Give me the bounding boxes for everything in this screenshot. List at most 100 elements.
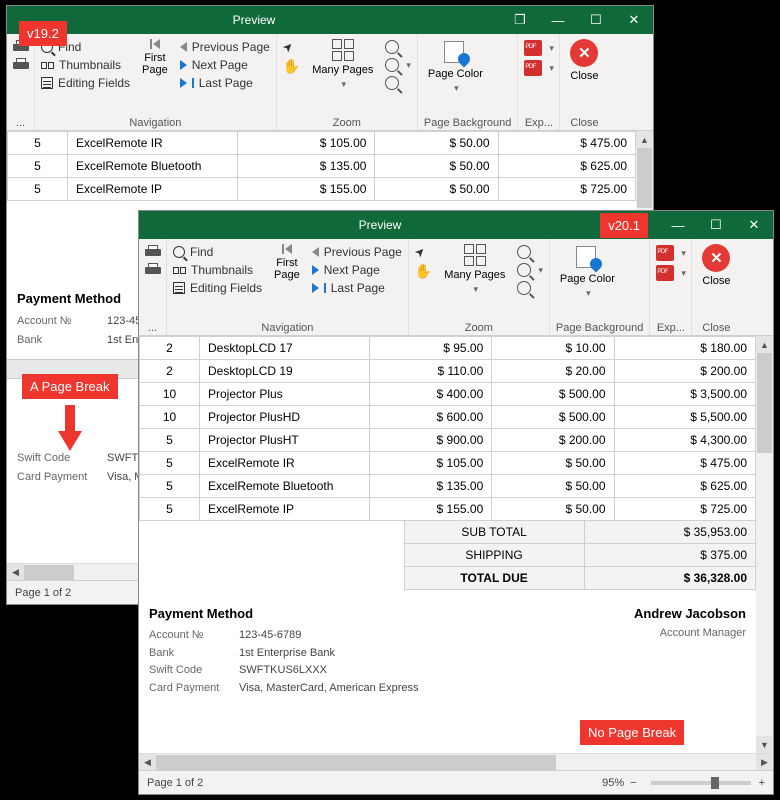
zoom-percent-button[interactable]: ▾: [385, 58, 411, 72]
table-row: 5ExcelRemote IP$ 155.00$ 50.00$ 725.00: [140, 498, 756, 521]
first-page-button[interactable]: FirstPage: [270, 242, 304, 283]
zoom-percent-button[interactable]: ▾: [517, 263, 543, 277]
vertical-scrollbar[interactable]: ▲ ▼: [756, 336, 773, 753]
horizontal-scrollbar[interactable]: ◀ ▶: [139, 753, 773, 770]
window-title: Preview: [7, 13, 501, 27]
printer-icon: [13, 58, 29, 72]
pointer-icon: [415, 245, 425, 259]
version-badge-v20: v20.1: [600, 213, 648, 238]
close-window-button[interactable]: ✕: [735, 211, 773, 239]
page-indicator: Page 1 of 2: [147, 777, 203, 789]
zoom-in-icon: [517, 245, 531, 259]
pdf-icon: [524, 60, 542, 76]
zoom-in-button[interactable]: +: [759, 777, 765, 789]
invoice-table: 2DesktopLCD 17$ 95.00$ 10.00$ 180.002Des…: [139, 336, 756, 521]
quick-print-button[interactable]: [13, 58, 29, 72]
group-zoom: Zoom: [415, 320, 543, 334]
group-overflow[interactable]: ...: [145, 320, 160, 334]
maximize-button[interactable]: ☐: [577, 6, 615, 34]
send-pdf-button[interactable]: ▾: [656, 265, 686, 281]
table-row: 10Projector Plus$ 400.00$ 500.00$ 3,500.…: [140, 383, 756, 406]
titlebar: Preview ❐ — ☐ ✕: [139, 211, 773, 239]
many-pages-icon: [332, 39, 354, 61]
zoom-in-button[interactable]: [517, 245, 543, 259]
total-due-value: $ 36,328.00: [584, 567, 755, 590]
editing-fields-button[interactable]: Editing Fields: [173, 281, 262, 295]
find-button[interactable]: Find: [173, 245, 262, 259]
export-pdf-button[interactable]: ▾: [524, 40, 554, 56]
scroll-left-button[interactable]: ◀: [139, 754, 156, 771]
minimize-button[interactable]: —: [659, 211, 697, 239]
quick-print-button[interactable]: [145, 263, 161, 277]
next-page-button[interactable]: Next Page: [180, 58, 270, 72]
bank-value: 1st Enterprise Bank: [239, 645, 335, 663]
export-pdf-button[interactable]: ▾: [656, 245, 686, 261]
table-row: 2DesktopLCD 17$ 95.00$ 10.00$ 180.00: [140, 337, 756, 360]
table-row: 5ExcelRemote IR$ 105.00$ 50.00$ 475.00: [140, 452, 756, 475]
group-navigation: Navigation: [41, 115, 270, 129]
zoom-out-button[interactable]: [517, 281, 543, 295]
previous-page-button[interactable]: Previous Page: [312, 245, 402, 259]
many-pages-button[interactable]: Many Pages▾: [308, 37, 377, 92]
close-preview-button[interactable]: ✕ Close: [566, 37, 602, 84]
edit-icon: [41, 77, 53, 89]
table-row: 5ExcelRemote IR$ 105.00$ 50.00$ 475.00: [8, 132, 636, 155]
window-title: Preview: [139, 218, 621, 232]
right-arrow-icon: [180, 78, 187, 88]
thumbnails-button[interactable]: Thumbnails: [173, 263, 262, 277]
right-arrow-icon: [180, 60, 187, 70]
pointer-tool[interactable]: [283, 40, 300, 54]
close-window-button[interactable]: ✕: [615, 6, 653, 34]
previous-page-button[interactable]: Previous Page: [180, 40, 270, 54]
signer-title: Account Manager: [634, 627, 746, 639]
page-color-icon: [572, 244, 602, 270]
scroll-down-button[interactable]: ▼: [756, 736, 773, 753]
hand-tool[interactable]: [283, 58, 300, 75]
scroll-up-button[interactable]: ▲: [756, 336, 773, 353]
scroll-up-button[interactable]: ▲: [636, 131, 653, 148]
totals-table: SUB TOTAL$ 35,953.00 SHIPPING$ 375.00 TO…: [139, 520, 756, 590]
zoom-out-button[interactable]: −: [630, 777, 636, 789]
group-page-background: Page Background: [556, 320, 643, 334]
zoom-in-button[interactable]: [385, 40, 411, 54]
send-pdf-button[interactable]: ▾: [524, 60, 554, 76]
right-arrow-icon: [312, 265, 319, 275]
close-icon: ✕: [702, 244, 730, 272]
zoom-icon: [385, 58, 399, 72]
group-navigation: Navigation: [173, 320, 402, 334]
swift-label: Swift Code: [17, 449, 95, 468]
print-button[interactable]: [145, 245, 161, 259]
thumbnails-button[interactable]: Thumbnails: [41, 58, 130, 72]
printer-icon: [145, 245, 161, 259]
invoice-table: 5ExcelRemote IR$ 105.00$ 50.00$ 475.00 5E…: [7, 131, 636, 201]
next-page-button[interactable]: Next Page: [312, 263, 402, 277]
editing-fields-button[interactable]: Editing Fields: [41, 76, 130, 90]
minimize-button[interactable]: —: [539, 6, 577, 34]
card-value: Visa, MasterCard, American Express: [239, 680, 419, 698]
scroll-right-button[interactable]: ▶: [756, 754, 773, 771]
group-export: Exp...: [656, 320, 685, 334]
group-zoom: Zoom: [283, 115, 411, 129]
table-row: 5ExcelRemote IP$ 155.00$ 50.00$ 725.00: [8, 178, 636, 201]
last-page-button[interactable]: Last Page: [180, 76, 270, 90]
pdf-icon: [656, 265, 674, 281]
zoom-out-button[interactable]: [385, 76, 411, 90]
scroll-left-button[interactable]: ◀: [7, 564, 24, 581]
first-page-button[interactable]: FirstPage: [138, 37, 172, 78]
last-page-button[interactable]: Last Page: [312, 281, 402, 295]
zoom-out-icon: [517, 281, 531, 295]
page-color-button[interactable]: Page Color▾: [556, 242, 619, 301]
no-page-break-callout: No Page Break: [580, 720, 684, 745]
pointer-tool[interactable]: [415, 245, 432, 259]
zoom-slider[interactable]: [651, 781, 751, 785]
swift-label: Swift Code: [149, 662, 227, 680]
group-overflow[interactable]: ...: [13, 115, 28, 129]
close-icon: ✕: [570, 39, 598, 67]
hand-tool[interactable]: [415, 263, 432, 280]
many-pages-button[interactable]: Many Pages▾: [440, 242, 509, 297]
maximize-button[interactable]: ☐: [697, 211, 735, 239]
close-preview-button[interactable]: ✕ Close: [698, 242, 734, 289]
account-label: Account №: [17, 312, 95, 331]
restore-icon[interactable]: ❐: [501, 6, 539, 34]
page-color-button[interactable]: Page Color▾: [424, 37, 487, 96]
